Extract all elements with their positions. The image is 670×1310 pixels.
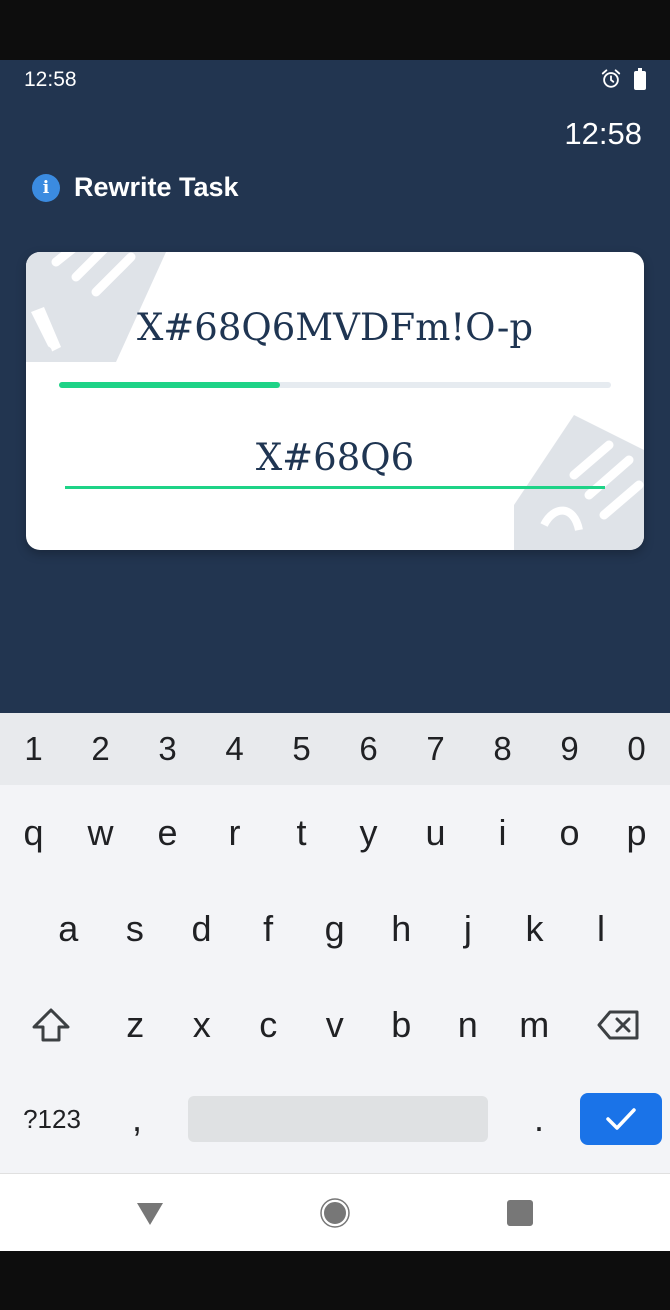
letter-key-i[interactable]: i	[469, 785, 536, 881]
letter-key-b[interactable]: b	[368, 977, 435, 1073]
letter-key-l[interactable]: l	[568, 881, 635, 977]
letter-key-c[interactable]: c	[235, 977, 302, 1073]
key-row-1: qwertyuiop	[0, 785, 670, 881]
letter-key-g[interactable]: g	[301, 881, 368, 977]
space-key[interactable]	[188, 1096, 488, 1142]
letter-key-x[interactable]: x	[169, 977, 236, 1073]
home-icon[interactable]	[320, 1198, 350, 1228]
letter-key-n[interactable]: n	[435, 977, 502, 1073]
key-row-3-letters: zxcvbnm	[102, 977, 568, 1073]
shift-key[interactable]	[0, 977, 102, 1073]
letter-key-r[interactable]: r	[201, 785, 268, 881]
screen-frame-top	[0, 0, 670, 60]
target-text: X#68Q6MVDFm!O-p	[136, 306, 534, 349]
recent-apps-icon[interactable]	[507, 1200, 533, 1226]
alarm-icon	[601, 69, 621, 88]
letter-key-z[interactable]: z	[102, 977, 169, 1073]
screen-frame-bottom	[0, 1251, 670, 1310]
letter-key-u[interactable]: u	[402, 785, 469, 881]
number-key-7[interactable]: 7	[402, 713, 469, 785]
comma-key[interactable]: ,	[104, 1071, 170, 1167]
letter-key-j[interactable]: j	[435, 881, 502, 977]
page-title: Rewrite Task	[74, 172, 239, 202]
letter-key-f[interactable]: f	[235, 881, 302, 977]
key-row-4: ?123 , .	[0, 1071, 670, 1167]
letter-key-y[interactable]: y	[335, 785, 402, 881]
number-key-5[interactable]: 5	[268, 713, 335, 785]
answer-input-underline	[65, 486, 605, 489]
shift-icon	[32, 1008, 70, 1042]
key-row-3: zxcvbnm	[0, 977, 670, 1073]
letter-key-a[interactable]: a	[35, 881, 102, 977]
number-key-8[interactable]: 8	[469, 713, 536, 785]
status-bar: 12:58	[0, 60, 670, 100]
letter-key-d[interactable]: d	[168, 881, 235, 977]
header-clock: 12:58	[564, 116, 642, 151]
letter-key-o[interactable]: o	[536, 785, 603, 881]
answer-input[interactable]: X#68Q6	[65, 432, 605, 488]
letter-key-e[interactable]: e	[134, 785, 201, 881]
battery-icon	[634, 68, 646, 90]
task-title-row: i Rewrite Task	[32, 172, 239, 203]
key-row-2: asdfghjkl	[0, 881, 670, 977]
number-key-2[interactable]: 2	[67, 713, 134, 785]
letter-key-p[interactable]: p	[603, 785, 670, 881]
backspace-key[interactable]	[568, 977, 670, 1073]
letter-key-w[interactable]: w	[67, 785, 134, 881]
number-key-0[interactable]: 0	[603, 713, 670, 785]
enter-key[interactable]	[580, 1093, 662, 1145]
status-icons	[600, 68, 646, 90]
progress-fill	[59, 382, 280, 388]
letter-key-k[interactable]: k	[501, 881, 568, 977]
number-key-6[interactable]: 6	[335, 713, 402, 785]
letter-key-v[interactable]: v	[302, 977, 369, 1073]
task-card: X#68Q6MVDFm!O-p X#68Q6	[26, 252, 644, 550]
soft-keyboard: 1234567890 qwertyuiop asdfghjkl zxcvbnm …	[0, 713, 670, 1173]
letter-key-s[interactable]: s	[102, 881, 169, 977]
number-key-3[interactable]: 3	[134, 713, 201, 785]
number-key-1[interactable]: 1	[0, 713, 67, 785]
number-key-4[interactable]: 4	[201, 713, 268, 785]
progress-bar	[59, 382, 611, 388]
status-time: 12:58	[24, 68, 77, 91]
letter-key-t[interactable]: t	[268, 785, 335, 881]
symbols-key[interactable]: ?123	[0, 1071, 104, 1167]
number-row: 1234567890	[0, 713, 670, 785]
check-icon	[606, 1108, 636, 1130]
period-key[interactable]: .	[506, 1071, 572, 1167]
number-key-9[interactable]: 9	[536, 713, 603, 785]
back-icon[interactable]	[136, 1202, 164, 1226]
letter-key-m[interactable]: m	[501, 977, 568, 1073]
letter-key-q[interactable]: q	[0, 785, 67, 881]
backspace-icon	[597, 1010, 638, 1040]
navigation-bar	[0, 1173, 670, 1251]
info-icon[interactable]: i	[32, 173, 60, 202]
app-screen: 12:58 12:58 i Rewrite Task X#68Q6MVDFm!O…	[0, 60, 670, 713]
letter-key-h[interactable]: h	[368, 881, 435, 977]
